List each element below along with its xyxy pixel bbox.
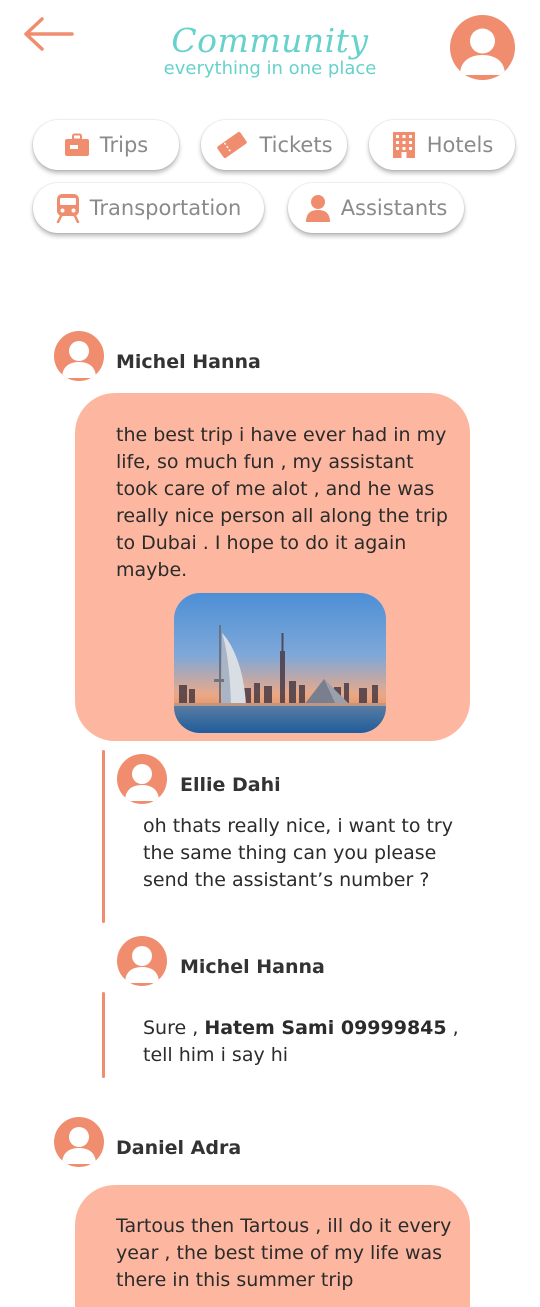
avatar[interactable] bbox=[54, 1117, 104, 1167]
user-icon bbox=[62, 1127, 96, 1164]
user-icon bbox=[125, 946, 159, 983]
reply-text: Sure , Hatem Sami 09999845 , tell him i … bbox=[143, 1015, 483, 1069]
reply-text-start: Sure , bbox=[143, 1017, 205, 1039]
post-author[interactable]: Michel Hanna bbox=[116, 350, 261, 374]
category-label: Trips bbox=[99, 133, 149, 157]
category-label: Hotels bbox=[426, 133, 494, 157]
user-icon bbox=[62, 341, 96, 378]
category-assistants[interactable]: Assistants bbox=[288, 183, 464, 233]
category-transportation[interactable]: Transportation bbox=[33, 183, 264, 233]
category-tickets[interactable]: Tickets bbox=[201, 120, 347, 170]
ticket-icon bbox=[217, 132, 248, 158]
user-icon bbox=[125, 764, 159, 801]
post-author[interactable]: Daniel Adra bbox=[116, 1136, 241, 1160]
category-label: Transportation bbox=[89, 196, 242, 220]
reply-text: oh thats really nice, i want to try the … bbox=[143, 815, 453, 891]
post-text: the best trip i have ever had in my life… bbox=[116, 424, 448, 581]
avatar[interactable] bbox=[54, 331, 104, 381]
assistant-contact: Hatem Sami 09999845 bbox=[204, 1017, 447, 1039]
thread-line bbox=[102, 750, 105, 923]
post-text: Tartous then Tartous , ill do it every y… bbox=[116, 1215, 452, 1291]
category-trips[interactable]: Trips bbox=[33, 120, 179, 170]
user-icon bbox=[460, 28, 505, 75]
post-image[interactable] bbox=[174, 593, 386, 733]
avatar[interactable] bbox=[117, 754, 167, 804]
person-icon bbox=[305, 195, 330, 222]
reply-author[interactable]: Michel Hanna bbox=[180, 955, 325, 979]
hotel-icon bbox=[392, 132, 415, 158]
category-label: Assistants bbox=[340, 196, 448, 220]
avatar[interactable] bbox=[117, 936, 167, 986]
dubai-skyline-image bbox=[174, 593, 386, 733]
category-label: Tickets bbox=[259, 133, 333, 157]
suitcase-icon bbox=[64, 133, 89, 156]
train-icon bbox=[56, 194, 79, 223]
thread-line bbox=[102, 992, 105, 1078]
reply-author[interactable]: Ellie Dahi bbox=[180, 773, 281, 797]
category-hotels[interactable]: Hotels bbox=[369, 120, 515, 170]
profile-avatar[interactable] bbox=[450, 15, 515, 80]
